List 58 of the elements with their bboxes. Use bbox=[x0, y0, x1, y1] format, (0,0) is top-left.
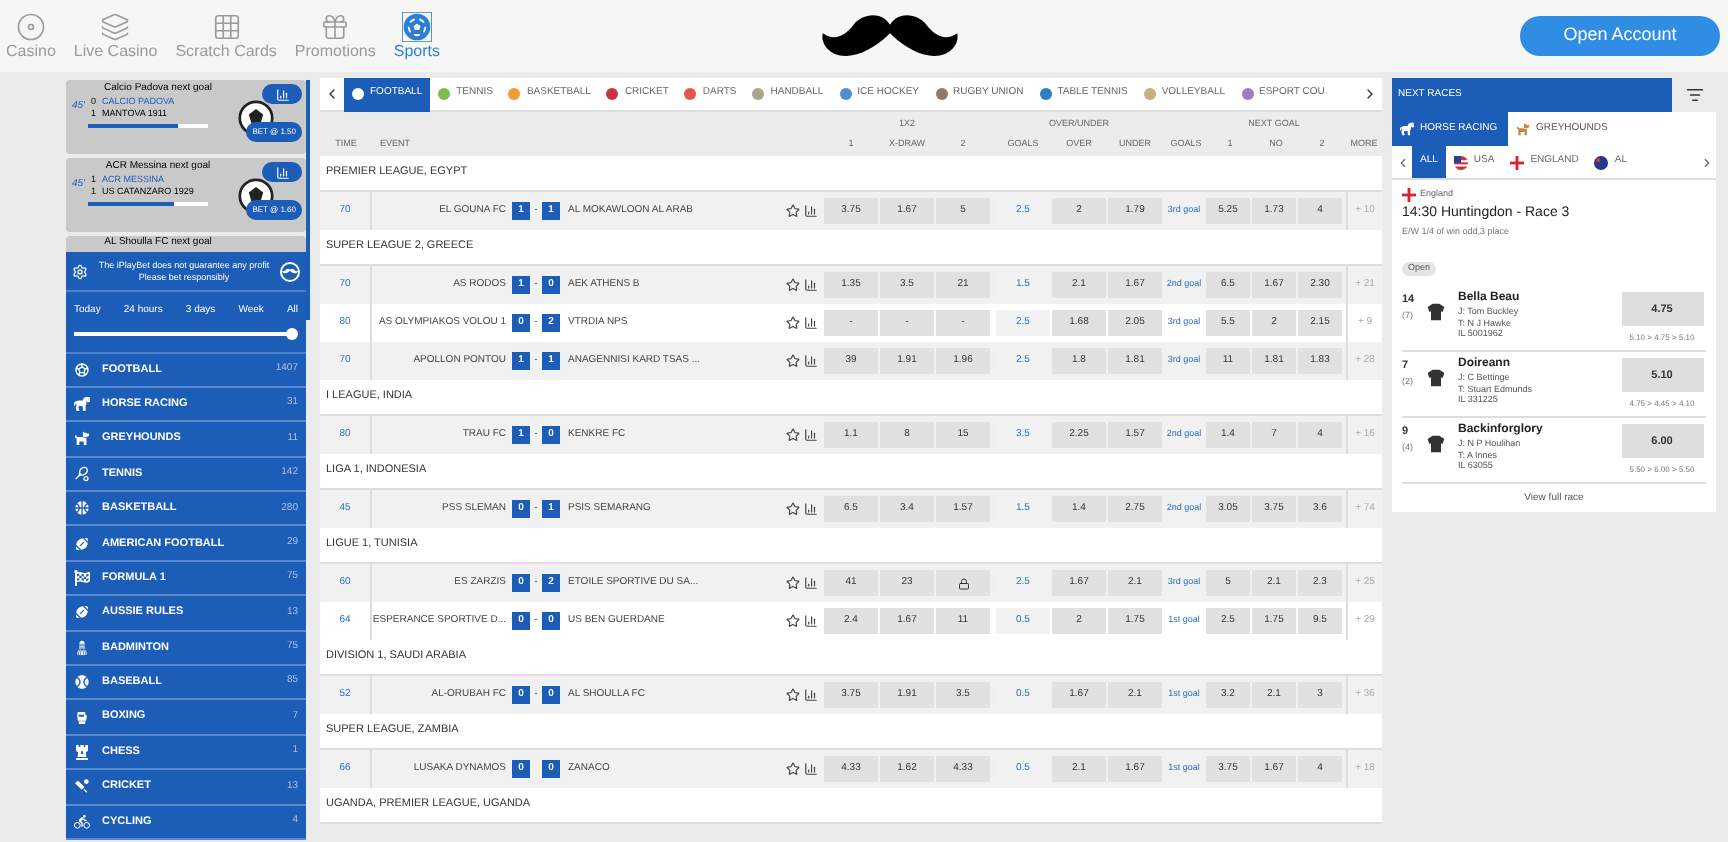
bar-chart-icon[interactable] bbox=[804, 614, 818, 628]
soccer-ball-icon bbox=[401, 11, 432, 41]
star-icon[interactable] bbox=[786, 278, 800, 292]
basketball-icon bbox=[74, 500, 90, 517]
bar-chart-icon bbox=[275, 87, 289, 101]
lock-icon bbox=[957, 577, 969, 589]
flag-icon bbox=[1594, 155, 1609, 169]
checkered-flag-icon bbox=[74, 570, 90, 587]
bar-chart-icon[interactable] bbox=[804, 576, 818, 590]
baseball-icon bbox=[74, 674, 90, 691]
star-icon[interactable] bbox=[786, 688, 800, 702]
cards-icon bbox=[100, 11, 131, 41]
star-icon[interactable] bbox=[786, 576, 800, 590]
settings-icon bbox=[72, 263, 88, 279]
stats-button[interactable] bbox=[262, 84, 302, 104]
tennis-icon bbox=[74, 465, 90, 482]
dog-icon bbox=[1516, 122, 1530, 136]
horse-icon bbox=[1400, 122, 1414, 136]
odds-cell[interactable] bbox=[936, 570, 990, 596]
cross-flag-icon bbox=[1402, 188, 1416, 202]
bar-chart-icon[interactable] bbox=[804, 688, 818, 702]
bar-chart-icon[interactable] bbox=[804, 354, 818, 368]
slider-thumb[interactable] bbox=[286, 327, 298, 339]
jersey-icon bbox=[1426, 368, 1446, 389]
dog-icon bbox=[74, 430, 90, 447]
mustache-logo bbox=[820, 10, 960, 62]
chip-icon bbox=[15, 11, 46, 41]
jersey-icon bbox=[1426, 302, 1446, 323]
chevron-right-icon bbox=[1362, 86, 1378, 102]
bar-chart-icon[interactable] bbox=[804, 278, 818, 292]
grid-icon bbox=[211, 11, 242, 41]
bicycle-icon bbox=[74, 813, 90, 830]
shuttlecock-icon bbox=[74, 639, 90, 656]
glove-icon bbox=[74, 709, 90, 726]
bar-chart-icon[interactable] bbox=[804, 204, 818, 218]
bar-chart-icon[interactable] bbox=[804, 502, 818, 516]
star-icon[interactable] bbox=[786, 762, 800, 776]
star-icon[interactable] bbox=[786, 316, 800, 330]
star-icon[interactable] bbox=[786, 428, 800, 442]
cross-flag-icon bbox=[1510, 155, 1525, 169]
mustache-icon bbox=[280, 261, 300, 281]
cricket-icon bbox=[74, 778, 90, 795]
horse-icon bbox=[74, 396, 90, 413]
star-icon[interactable] bbox=[786, 354, 800, 368]
bar-chart-icon[interactable] bbox=[804, 316, 818, 330]
star-icon[interactable] bbox=[786, 502, 800, 516]
nav-item[interactable]: Sports bbox=[393, 11, 440, 61]
bar-chart-icon bbox=[275, 165, 289, 179]
bar-chart-icon[interactable] bbox=[804, 428, 818, 442]
star-icon[interactable] bbox=[786, 614, 800, 628]
chevron-left-icon bbox=[324, 86, 340, 102]
gift-icon bbox=[320, 11, 351, 41]
star-icon[interactable] bbox=[786, 204, 800, 218]
chess-rook-icon bbox=[74, 743, 90, 760]
flag-icon bbox=[1453, 155, 1468, 169]
stats-button[interactable] bbox=[262, 162, 302, 182]
bar-chart-icon[interactable] bbox=[804, 762, 818, 776]
jersey-icon bbox=[1426, 434, 1446, 455]
